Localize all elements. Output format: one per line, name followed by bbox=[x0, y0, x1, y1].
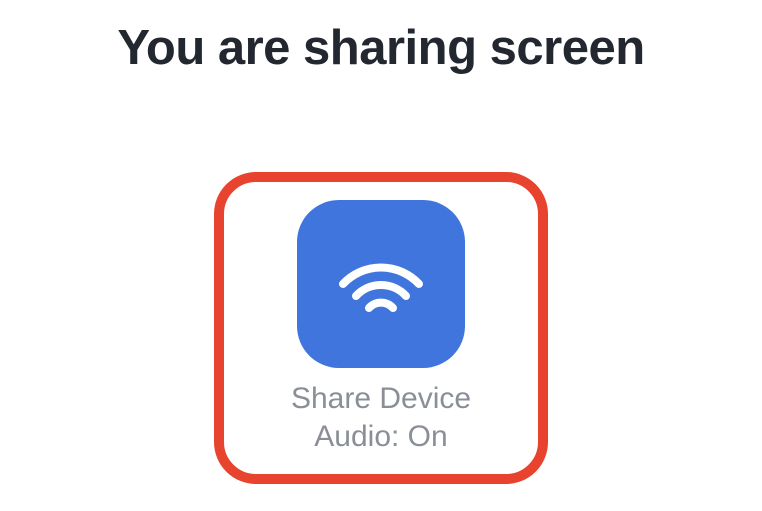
label-line-2: Audio: On bbox=[291, 418, 471, 456]
wifi-arcs-icon bbox=[331, 234, 431, 334]
share-device-audio-highlight: Share Device Audio: On bbox=[214, 172, 548, 484]
share-device-audio-label: Share Device Audio: On bbox=[291, 380, 471, 455]
page-title: You are sharing screen bbox=[117, 20, 644, 76]
label-line-1: Share Device bbox=[291, 380, 471, 418]
share-device-audio-button[interactable] bbox=[297, 200, 465, 368]
